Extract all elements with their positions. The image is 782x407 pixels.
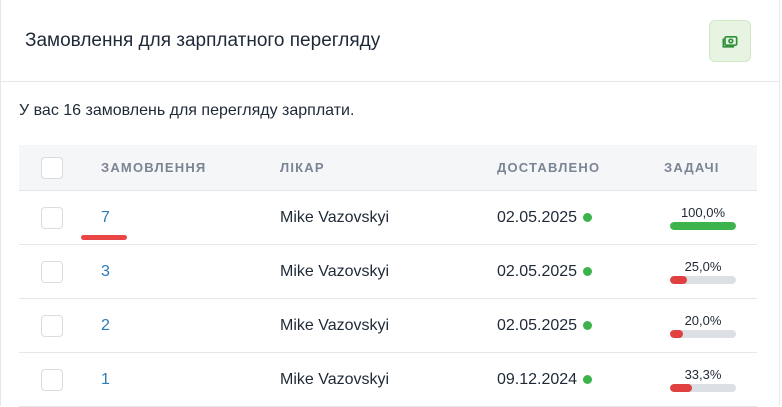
tasks-percent: 25,0%: [684, 259, 722, 274]
money-button[interactable]: [709, 19, 751, 62]
progress-fill: [670, 330, 684, 338]
select-all-checkbox[interactable]: [41, 156, 63, 179]
highlight-underline: [81, 234, 127, 240]
doctor-name: Mike Vazovskyi: [280, 370, 390, 388]
tasks-progress: 100,0%: [670, 205, 736, 230]
delivered-date: 02.05.2025: [497, 208, 578, 226]
status-dot-icon: [583, 213, 593, 222]
table-row[interactable]: 3 Mike Vazovskyi 02.05.2025 25,0%: [19, 245, 757, 299]
progress-bar: [670, 276, 736, 284]
status-dot-icon: [583, 267, 593, 276]
order-link[interactable]: 2: [101, 317, 110, 334]
header-delivered[interactable]: ДОСТАВЛЕНО: [497, 160, 664, 175]
row-checkbox[interactable]: [41, 206, 63, 229]
delivered-date: 02.05.2025: [497, 316, 578, 334]
card-title: Замовлення для зарплатного перегляду: [25, 29, 381, 51]
progress-bar: [670, 384, 736, 392]
doctor-name: Mike Vazovskyi: [280, 208, 390, 226]
order-link[interactable]: 1: [101, 371, 110, 388]
order-link[interactable]: 3: [101, 263, 110, 280]
doctor-name: Mike Vazovskyi: [280, 316, 390, 334]
progress-fill: [670, 222, 736, 230]
progress-fill: [670, 384, 692, 392]
row-checkbox[interactable]: [41, 314, 63, 337]
header-doctor[interactable]: ЛІКАР: [280, 160, 497, 175]
tasks-percent: 33,3%: [684, 367, 722, 382]
salary-review-card: Замовлення для зарплатного перегляду У в…: [0, 0, 780, 407]
card-subtitle: У вас 16 замовлень для перегляду зарплат…: [19, 102, 355, 119]
tasks-percent: 20,0%: [684, 313, 722, 328]
tasks-progress: 33,3%: [670, 367, 736, 392]
delivered-date: 02.05.2025: [497, 262, 578, 280]
progress-bar: [670, 330, 736, 338]
order-link[interactable]: 7: [81, 209, 127, 240]
status-dot-icon: [583, 321, 593, 330]
header-tasks[interactable]: ЗАДАЧІ: [664, 160, 757, 175]
table-header: ЗАМОВЛЕННЯ ЛІКАР ДОСТАВЛЕНО ЗАДАЧІ: [19, 145, 757, 191]
tasks-progress: 25,0%: [670, 259, 736, 284]
progress-fill: [670, 276, 687, 284]
table-row[interactable]: 1 Mike Vazovskyi 09.12.2024 33,3%: [19, 353, 757, 407]
row-checkbox[interactable]: [41, 260, 63, 283]
status-dot-icon: [583, 375, 593, 384]
tasks-progress: 20,0%: [670, 313, 736, 338]
orders-table: ЗАМОВЛЕННЯ ЛІКАР ДОСТАВЛЕНО ЗАДАЧІ 7 Mik…: [19, 145, 757, 407]
card-header: Замовлення для зарплатного перегляду: [1, 0, 779, 82]
table-row[interactable]: 2 Mike Vazovskyi 02.05.2025 20,0%: [19, 299, 757, 353]
delivered-date: 09.12.2024: [497, 370, 578, 388]
money-icon: [722, 35, 738, 48]
progress-bar: [670, 222, 736, 230]
row-checkbox[interactable]: [41, 368, 63, 391]
doctor-name: Mike Vazovskyi: [280, 262, 390, 280]
header-order[interactable]: ЗАМОВЛЕННЯ: [101, 160, 280, 175]
tasks-percent: 100,0%: [680, 205, 726, 220]
table-row[interactable]: 7 Mike Vazovskyi 02.05.2025 100,0%: [19, 191, 757, 245]
